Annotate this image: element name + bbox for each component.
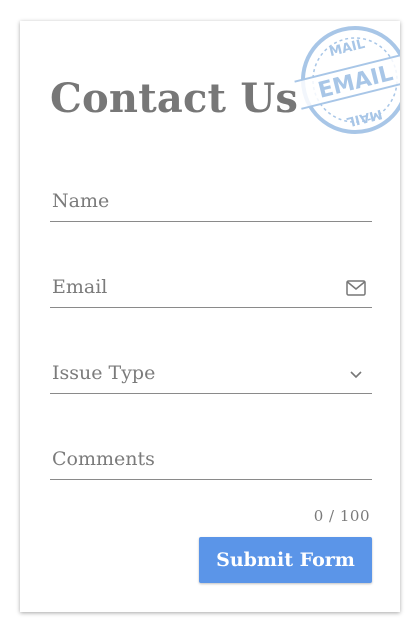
issue-type-select[interactable]: Issue Type	[50, 353, 372, 394]
comments-placeholder: Comments	[52, 448, 155, 470]
email-stamp-icon: MAIL MAIL EMAIL	[294, 26, 400, 134]
contact-card: MAIL MAIL EMAIL Contact Us Name Email Is…	[20, 21, 400, 612]
name-placeholder: Name	[52, 190, 110, 212]
email-placeholder: Email	[52, 276, 108, 298]
page-title: Contact Us	[50, 75, 299, 122]
issue-type-placeholder: Issue Type	[52, 362, 156, 384]
email-field[interactable]: Email	[50, 267, 372, 308]
envelope-icon	[346, 280, 366, 296]
comments-field[interactable]: Comments	[50, 439, 372, 480]
name-field[interactable]: Name	[50, 181, 372, 222]
comments-counter: 0 / 100	[313, 507, 370, 525]
submit-button[interactable]: Submit Form	[199, 537, 372, 583]
stamp-ring-top: MAIL	[328, 37, 367, 60]
chevron-down-icon	[350, 371, 362, 379]
